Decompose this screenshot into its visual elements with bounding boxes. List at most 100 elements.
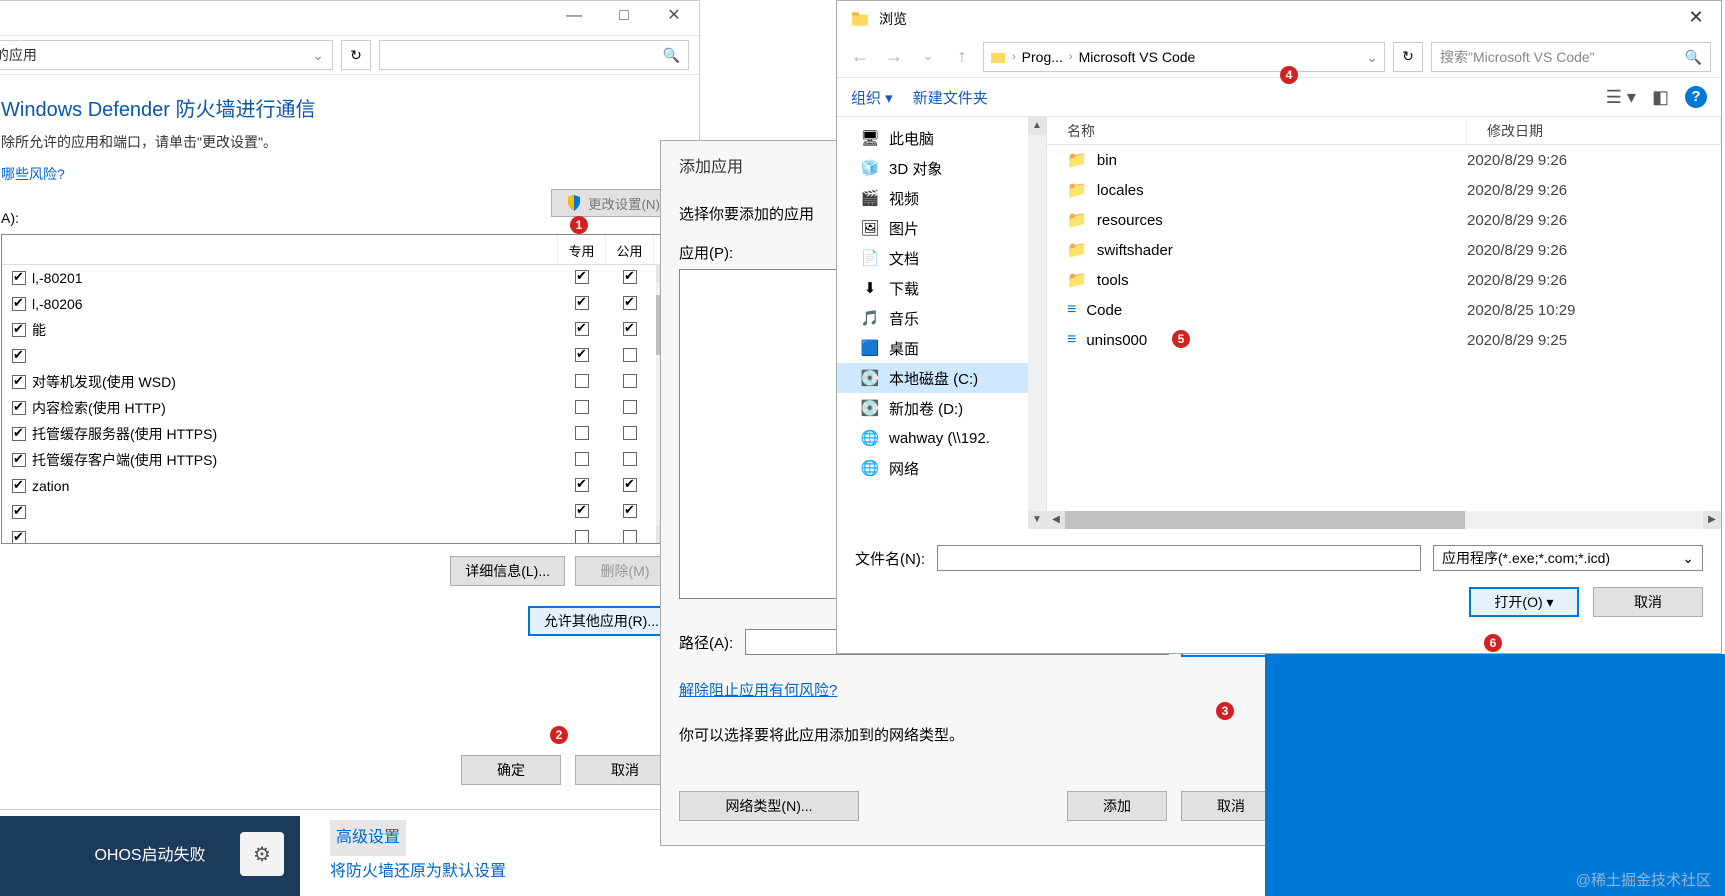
checkbox[interactable] xyxy=(12,297,26,311)
scroll-left-icon[interactable]: ◀ xyxy=(1047,511,1065,529)
checkbox[interactable] xyxy=(12,505,26,519)
list-item[interactable]: 内容检索(使用 HTTP) xyxy=(2,395,674,421)
sidebar-item[interactable]: 💽新加卷 (D:) xyxy=(837,393,1046,423)
private-checkbox[interactable] xyxy=(558,296,606,313)
public-checkbox[interactable] xyxy=(606,530,654,544)
sidebar-item[interactable]: 🟦桌面 xyxy=(837,333,1046,363)
back-button[interactable]: ← xyxy=(847,44,873,70)
close-button[interactable]: ✕ xyxy=(649,1,699,35)
list-item[interactable]: 能 xyxy=(2,317,674,343)
forward-button[interactable]: → xyxy=(881,44,907,70)
private-checkbox[interactable] xyxy=(558,348,606,365)
view-options-icon[interactable]: ☰ ▾ xyxy=(1606,87,1636,108)
checkbox[interactable] xyxy=(12,323,26,337)
refresh-button[interactable]: ↻ xyxy=(341,40,371,70)
search-input[interactable]: 🔍 xyxy=(379,40,689,70)
private-checkbox[interactable] xyxy=(558,322,606,339)
gear-icon[interactable]: ⚙ xyxy=(240,832,284,876)
scrollbar[interactable]: ▲ ▼ xyxy=(1028,117,1046,529)
scroll-up-icon[interactable]: ▲ xyxy=(1028,117,1046,135)
help-icon[interactable]: ? xyxy=(1685,86,1707,108)
private-checkbox[interactable] xyxy=(558,374,606,391)
sidebar-item[interactable]: 💽本地磁盘 (C:) xyxy=(837,363,1046,393)
checkbox[interactable] xyxy=(12,375,26,389)
close-button[interactable]: ✕ xyxy=(1671,1,1721,37)
private-checkbox[interactable] xyxy=(558,270,606,287)
preview-pane-icon[interactable]: ◧ xyxy=(1652,87,1669,108)
add-button[interactable]: 添加 xyxy=(1067,791,1167,821)
file-row[interactable]: 📁bin2020/8/29 9:26 xyxy=(1047,145,1721,175)
public-checkbox[interactable] xyxy=(606,270,654,287)
checkbox[interactable] xyxy=(12,271,26,285)
private-checkbox[interactable] xyxy=(558,400,606,417)
list-item[interactable] xyxy=(2,343,674,369)
change-settings-button[interactable]: 更改设置(N) xyxy=(551,189,675,217)
sidebar-item[interactable]: 🎵音乐 xyxy=(837,303,1046,333)
advanced-settings-link[interactable]: 高级设置 xyxy=(330,820,406,856)
scroll-down-icon[interactable]: ▼ xyxy=(1028,511,1046,529)
breadcrumb[interactable]: en... › 允许的应用 ⌄ xyxy=(0,40,333,70)
public-checkbox[interactable] xyxy=(606,400,654,417)
list-item[interactable]: l,-80206 xyxy=(2,291,674,317)
file-row[interactable]: 📁tools2020/8/29 9:26 xyxy=(1047,265,1721,295)
address-segment[interactable]: Prog... xyxy=(1022,49,1063,65)
sidebar-item[interactable]: 🎬视频 xyxy=(837,183,1046,213)
file-row[interactable]: 📁locales2020/8/29 9:26 xyxy=(1047,175,1721,205)
risk-link[interactable]: 解除阻止应用有何风险? xyxy=(679,679,1281,700)
list-item[interactable] xyxy=(2,499,674,525)
new-folder-button[interactable]: 新建文件夹 xyxy=(913,87,988,108)
public-checkbox[interactable] xyxy=(606,296,654,313)
sidebar-item[interactable]: 🌐网络 xyxy=(837,453,1046,483)
public-checkbox[interactable] xyxy=(606,348,654,365)
risks-link[interactable]: 哪些风险? xyxy=(1,166,65,182)
filename-input[interactable] xyxy=(937,545,1421,571)
chevron-down-icon[interactable]: ⌄ xyxy=(1366,49,1378,66)
public-checkbox[interactable] xyxy=(606,504,654,521)
checkbox[interactable] xyxy=(12,349,26,363)
network-type-button[interactable]: 网络类型(N)... xyxy=(679,791,859,821)
column-name[interactable]: 名称 xyxy=(1047,117,1467,144)
details-button[interactable]: 详细信息(L)... xyxy=(450,556,565,586)
private-checkbox[interactable] xyxy=(558,530,606,544)
list-item[interactable]: 对等机发现(使用 WSD) xyxy=(2,369,674,395)
sidebar-item[interactable]: 🖥此电脑 xyxy=(837,123,1046,153)
public-checkbox[interactable] xyxy=(606,426,654,443)
address-segment[interactable]: Microsoft VS Code xyxy=(1079,49,1196,65)
column-private[interactable]: 专用 xyxy=(558,235,606,264)
file-row[interactable]: 📁resources2020/8/29 9:26 xyxy=(1047,205,1721,235)
checkbox[interactable] xyxy=(12,479,26,493)
history-dropdown[interactable]: ⌄ xyxy=(915,44,941,70)
filter-dropdown[interactable]: 应用程序(*.exe;*.com;*.icd) ⌄ xyxy=(1433,545,1703,571)
public-checkbox[interactable] xyxy=(606,374,654,391)
checkbox[interactable] xyxy=(12,531,26,543)
sidebar-item[interactable]: 🧊3D 对象 xyxy=(837,153,1046,183)
sidebar-item[interactable]: 📄文档 xyxy=(837,243,1046,273)
chevron-down-icon[interactable]: ⌄ xyxy=(312,47,324,64)
refresh-button[interactable]: ↻ xyxy=(1393,42,1423,72)
maximize-button[interactable]: □ xyxy=(599,1,649,35)
column-public[interactable]: 公用 xyxy=(606,235,654,264)
file-row[interactable]: ≡unins0002020/8/29 9:25 xyxy=(1047,325,1721,355)
checkbox[interactable] xyxy=(12,401,26,415)
list-item[interactable]: zation xyxy=(2,473,674,499)
private-checkbox[interactable] xyxy=(558,452,606,469)
ok-button[interactable]: 确定 xyxy=(461,755,561,785)
public-checkbox[interactable] xyxy=(606,478,654,495)
list-item[interactable]: l,-80201 xyxy=(2,265,674,291)
list-item[interactable]: 托管缓存服务器(使用 HTTPS) xyxy=(2,421,674,447)
file-row[interactable]: 📁swiftshader2020/8/29 9:26 xyxy=(1047,235,1721,265)
checkbox[interactable] xyxy=(12,453,26,467)
scroll-right-icon[interactable]: ▶ xyxy=(1703,511,1721,529)
allow-other-app-button[interactable]: 允许其他应用(R)... xyxy=(528,606,675,636)
sidebar-item[interactable]: 🌐wahway (\\192. xyxy=(837,423,1046,453)
search-input[interactable]: 搜索"Microsoft VS Code" 🔍 xyxy=(1431,42,1711,72)
up-button[interactable]: ↑ xyxy=(949,44,975,70)
column-date[interactable]: 修改日期 xyxy=(1467,117,1721,144)
column-name[interactable] xyxy=(2,235,558,264)
open-button[interactable]: 打开(O) ▾ xyxy=(1469,587,1579,617)
list-item[interactable]: 托管缓存客户端(使用 HTTPS) xyxy=(2,447,674,473)
public-checkbox[interactable] xyxy=(606,322,654,339)
cancel-button[interactable]: 取消 xyxy=(1593,587,1703,617)
private-checkbox[interactable] xyxy=(558,426,606,443)
horizontal-scrollbar[interactable]: ◀ ▶ xyxy=(1047,511,1721,529)
